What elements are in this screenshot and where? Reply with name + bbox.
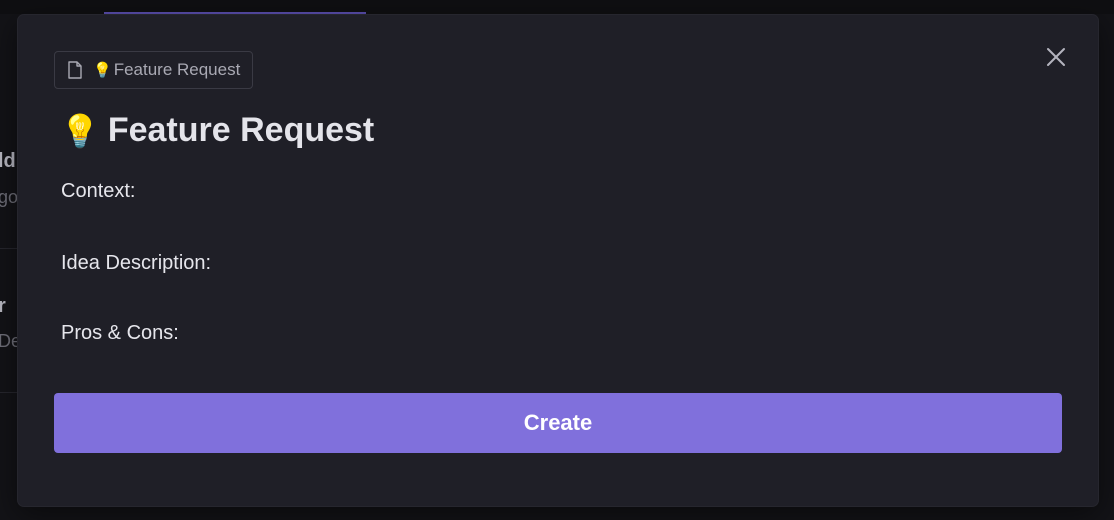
- field-label-pros-cons: Pros & Cons:: [61, 322, 179, 344]
- template-modal: 💡 Feature Request 💡 Feature Request Conte…: [18, 15, 1098, 506]
- close-icon: [1047, 48, 1065, 66]
- template-chip-label: 💡 Feature Request: [93, 60, 241, 79]
- list-item-title: r: [0, 295, 6, 317]
- active-tab-indicator: [104, 12, 366, 14]
- list-item-meta: go: [0, 187, 19, 207]
- create-button[interactable]: Create: [54, 393, 1062, 453]
- list-divider: [0, 248, 20, 249]
- list-item-title: ld: [0, 150, 16, 172]
- modal-title: 💡 Feature Request: [60, 111, 374, 150]
- modal-title-text: Feature Request: [107, 111, 375, 149]
- list-divider: [0, 392, 20, 393]
- template-chip[interactable]: 💡 Feature Request: [54, 51, 254, 89]
- file-icon: [68, 61, 82, 79]
- lightbulb-icon: 💡: [93, 62, 112, 79]
- close-button[interactable]: [1044, 45, 1068, 69]
- lightbulb-icon: 💡: [60, 112, 100, 149]
- field-label-context: Context:: [61, 180, 136, 202]
- field-label-idea-description: Idea Description:: [61, 252, 212, 274]
